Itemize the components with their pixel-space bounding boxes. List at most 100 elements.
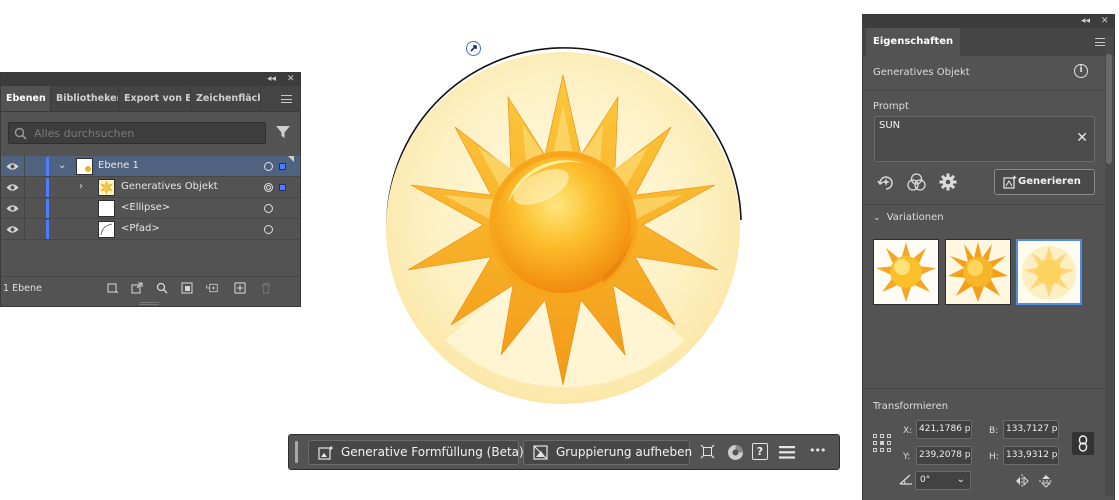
- generate-button[interactable]: Generieren: [994, 169, 1095, 195]
- layers-panel-titlebar[interactable]: ◂◂ ✕: [1, 73, 300, 86]
- info-icon[interactable]: i: [1074, 64, 1088, 78]
- layer-thumbnail: [76, 158, 93, 175]
- generate-label: Generieren: [1018, 176, 1081, 187]
- constrain-proportions-button[interactable]: [1072, 432, 1094, 455]
- chevron-right-icon[interactable]: ›: [79, 181, 83, 192]
- section-divider: [863, 388, 1104, 389]
- target-icon[interactable]: [264, 204, 273, 213]
- column-divider: [24, 198, 25, 219]
- layer-color-bar: [46, 199, 49, 218]
- collapse-panel-icon[interactable]: ◂◂: [267, 73, 276, 86]
- close-panel-icon[interactable]: ✕: [1101, 14, 1109, 28]
- tab-bibliotheken[interactable]: Bibliotheken: [51, 86, 119, 111]
- variation-thumbnail-2[interactable]: [945, 239, 1011, 305]
- current-layer-marker: [288, 156, 294, 162]
- layer-row-generatives-objekt[interactable]: › Generatives Objekt: [1, 177, 300, 198]
- eye-icon[interactable]: [6, 204, 19, 213]
- search-icon: [14, 127, 27, 140]
- angle-value: 0°: [920, 475, 931, 485]
- transform-label: Transformieren: [873, 401, 949, 412]
- rotation-angle-field[interactable]: 0° ⌄: [915, 471, 971, 490]
- width-field[interactable]: 133,7127 p: [1003, 420, 1059, 439]
- target-icon[interactable]: [264, 162, 273, 171]
- settings-gear-icon[interactable]: [939, 173, 957, 191]
- chevron-down-icon[interactable]: ⌄: [58, 160, 66, 171]
- scrollbar-thumb[interactable]: [1106, 54, 1112, 164]
- sun-artwork[interactable]: [385, 40, 745, 408]
- layer-row-ebene-1[interactable]: ⌄ Ebene 1: [1, 156, 300, 177]
- x-field[interactable]: 421,1786 p: [916, 420, 972, 439]
- tab-zeichenflaeche[interactable]: Zeichenfläche: [191, 86, 261, 111]
- panel-menu-icon[interactable]: [281, 95, 292, 103]
- layer-thumbnail: [98, 179, 115, 196]
- column-divider: [24, 219, 25, 240]
- layer-name: <Ellipse>: [121, 202, 171, 213]
- tab-export[interactable]: Export von El: [119, 86, 191, 111]
- filter-icon[interactable]: [276, 125, 290, 139]
- properties-panel-titlebar[interactable]: ◂◂ ✕: [863, 14, 1114, 28]
- target-icon[interactable]: [264, 183, 273, 192]
- variation-thumbnail-3[interactable]: [1016, 239, 1082, 305]
- chevron-down-icon: ⌄: [873, 213, 881, 223]
- variations-header[interactable]: ⌄ Variationen: [873, 212, 944, 223]
- y-field[interactable]: 239,2078 p: [916, 446, 972, 465]
- generative-fill-label: Generative Formfüllung (Beta): [341, 445, 524, 459]
- layer-name: Generatives Objekt: [121, 181, 218, 192]
- reference-point-icon[interactable]: [873, 434, 893, 454]
- generative-fill-icon: [318, 445, 334, 460]
- x-label: X:: [903, 426, 913, 436]
- tab-eigenschaften[interactable]: Eigenschaften: [866, 28, 961, 56]
- new-sublayer-icon[interactable]: [206, 282, 218, 294]
- chevron-down-icon[interactable]: ⌄: [957, 471, 965, 488]
- flip-vertical-icon[interactable]: [1039, 474, 1053, 488]
- section-divider: [863, 90, 1104, 91]
- layers-search-box[interactable]: [8, 122, 266, 144]
- layers-panel: ◂◂ ✕ Ebenen Bibliotheken Export von El Z…: [0, 72, 301, 307]
- properties-panel-tabs: Eigenschaften: [863, 28, 1114, 56]
- target-icon[interactable]: [264, 225, 273, 234]
- object-type-label: Generatives Objekt: [873, 67, 970, 78]
- eye-icon[interactable]: [6, 225, 19, 234]
- more-options-icon[interactable]: •••: [809, 444, 826, 457]
- trash-icon[interactable]: [260, 282, 272, 294]
- locate-object-icon[interactable]: [156, 282, 168, 294]
- layer-count: 1 Ebene: [3, 283, 42, 294]
- y-label: Y:: [903, 452, 911, 462]
- collapse-panel-icon[interactable]: ◂◂: [1081, 14, 1090, 28]
- properties-panel: ◂◂ ✕ Eigenschaften Generatives Objekt i …: [862, 14, 1115, 500]
- export-icon[interactable]: [131, 282, 143, 294]
- layer-row-pfad[interactable]: <Pfad>: [1, 219, 300, 240]
- task-bar-grip[interactable]: [295, 441, 298, 463]
- layers-search-input[interactable]: [34, 125, 259, 141]
- eye-icon[interactable]: [6, 183, 19, 192]
- layers-footer: 1 Ebene: [1, 276, 300, 300]
- layer-thumbnail: [98, 200, 115, 217]
- layer-row-ellipse[interactable]: <Ellipse>: [1, 198, 300, 219]
- prompt-box[interactable]: SUN ✕: [874, 116, 1095, 162]
- flip-horizontal-icon[interactable]: [1015, 474, 1029, 488]
- recolor-icon[interactable]: [727, 444, 744, 461]
- clear-prompt-icon[interactable]: ✕: [1076, 131, 1088, 145]
- variation-thumbnail-1[interactable]: [873, 239, 939, 305]
- transform-icon[interactable]: [700, 444, 715, 459]
- clipping-mask-icon[interactable]: [181, 282, 193, 294]
- panel-resize-grip[interactable]: [139, 302, 159, 305]
- properties-scrollbar[interactable]: [1105, 36, 1113, 496]
- link-icon: [1078, 435, 1088, 452]
- close-panel-icon[interactable]: ✕: [287, 73, 295, 86]
- ungroup-icon: [533, 445, 548, 460]
- prompt-input[interactable]: SUN: [879, 120, 1059, 156]
- properties-menu-icon[interactable]: [779, 446, 795, 459]
- tab-ebenen[interactable]: Ebenen: [1, 86, 51, 111]
- help-button[interactable]: ?: [752, 443, 768, 460]
- color-style-icon[interactable]: [907, 173, 926, 191]
- ungroup-button[interactable]: Gruppierung aufheben: [523, 440, 692, 465]
- height-field[interactable]: 133,9312 p: [1003, 446, 1059, 465]
- eye-icon[interactable]: [6, 162, 19, 171]
- prompt-suggestions-icon[interactable]: [877, 173, 895, 191]
- new-layer-icon[interactable]: [234, 282, 246, 294]
- collect-for-export-icon[interactable]: [107, 282, 119, 294]
- selection-indicator[interactable]: [279, 163, 286, 170]
- selection-indicator[interactable]: [279, 184, 286, 191]
- generative-fill-button[interactable]: Generative Formfüllung (Beta): [308, 440, 524, 465]
